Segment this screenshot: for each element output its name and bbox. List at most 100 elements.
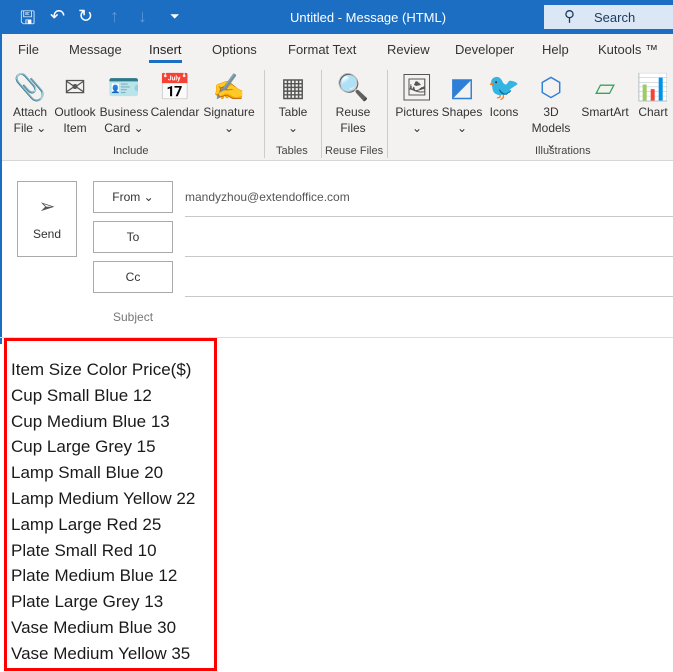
label: File ⌄ xyxy=(13,121,47,135)
to-input[interactable] xyxy=(185,256,673,257)
label: Shapes xyxy=(441,105,483,119)
from-underline xyxy=(185,216,673,217)
shapes-icon: ◩ xyxy=(449,72,475,102)
calendar-button[interactable]: 📅 Calendar xyxy=(150,70,200,120)
label: Icons xyxy=(489,105,519,119)
label: ⌄ xyxy=(287,121,299,135)
undo-icon[interactable]: ↶ xyxy=(50,6,65,27)
tab-file[interactable]: File xyxy=(18,42,39,57)
window-title: Untitled - Message (HTML) xyxy=(290,10,447,25)
group-tables: Tables xyxy=(276,145,308,157)
smartart-icon: ▱ xyxy=(595,72,615,102)
label: Item xyxy=(63,121,87,135)
up-arrow-icon[interactable]: ↑ xyxy=(110,6,119,27)
paperclip-icon: 📎 xyxy=(13,72,47,102)
tab-message[interactable]: Message xyxy=(69,42,122,57)
down-arrow-icon[interactable]: ↓ xyxy=(138,6,147,27)
chart-button[interactable]: 📊 Chart xyxy=(634,70,672,120)
redo-icon[interactable]: ↻ xyxy=(78,6,93,27)
smartart-button[interactable]: ▱ SmartArt xyxy=(580,70,630,120)
subject-label[interactable]: Subject xyxy=(113,310,153,324)
save-icon[interactable]: 🖫 xyxy=(20,6,35,36)
pictures-button[interactable]: 🖼 Pictures ⌄ xyxy=(394,70,440,136)
to-button[interactable]: To xyxy=(93,221,173,253)
title-bar: 🖫 ↶ ↻ ↑ ↓ ⏷ Untitled - Message (HTML) ⚲ … xyxy=(0,0,673,34)
label: Card ⌄ xyxy=(104,121,144,135)
search-box[interactable]: ⚲ Search xyxy=(544,5,673,29)
cc-input[interactable] xyxy=(185,296,673,297)
icons-icon: 🐦 xyxy=(487,72,521,102)
search-icon: ⚲ xyxy=(564,8,575,25)
tab-developer[interactable]: Developer xyxy=(455,42,514,57)
from-address: mandyzhou@extendoffice.com xyxy=(185,190,350,204)
label: ⌄ xyxy=(223,121,235,135)
body-line: Lamp Medium Yellow 22 xyxy=(11,488,196,508)
outlook-item-button[interactable]: ✉ Outlook Item xyxy=(52,70,98,136)
body-line: Vase Medium Blue 30 xyxy=(11,617,177,637)
chart-icon: 📊 xyxy=(636,72,670,102)
contact-card-icon: 🪪 xyxy=(107,72,141,102)
tab-help[interactable]: Help xyxy=(542,42,569,57)
body-line: Cup Small Blue 12 xyxy=(11,385,152,405)
label: ⌄ xyxy=(411,121,423,135)
calendar-icon: 📅 xyxy=(158,72,192,102)
message-body[interactable]: Item Size Color Price($) Cup Small Blue … xyxy=(11,357,195,667)
body-line: Lamp Small Blue 20 xyxy=(11,463,164,483)
tab-format-text[interactable]: Format Text xyxy=(288,42,356,57)
label: Outlook xyxy=(54,105,96,119)
business-card-button[interactable]: 🪪 Business Card ⌄ xyxy=(99,70,149,136)
reuse-files-button[interactable]: 🔍 Reuse Files xyxy=(330,70,376,136)
picture-icon: 🖼 xyxy=(400,72,434,102)
label: Business xyxy=(99,105,149,119)
group-reuse-files: Reuse Files xyxy=(325,145,384,157)
tab-review[interactable]: Review xyxy=(387,42,430,57)
3d-models-button[interactable]: ⬡ 3D Models ⌄ xyxy=(525,70,577,152)
divider xyxy=(264,70,265,158)
table-icon: ▦ xyxy=(280,72,306,102)
cc-button[interactable]: Cc xyxy=(93,261,173,293)
send-button[interactable]: ➢ Send xyxy=(17,181,77,257)
label: Chart xyxy=(638,105,668,119)
ribbon: 📎 Attach File ⌄ ✉ Outlook Item 🪪 Business Card… xyxy=(0,64,673,161)
tab-insert[interactable]: Insert xyxy=(149,42,182,63)
label: Signature xyxy=(203,105,255,119)
group-illustrations: Illustrations xyxy=(535,145,591,157)
send-icon: ➢ xyxy=(38,196,56,218)
icons-button[interactable]: 🐦 Icons xyxy=(485,70,523,120)
group-include: Include xyxy=(113,145,149,157)
send-label: Send xyxy=(32,227,62,241)
body-line: Vase Medium Yellow 35 xyxy=(11,643,191,663)
signature-button[interactable]: ✍ Signature ⌄ xyxy=(201,70,257,136)
tab-options[interactable]: Options xyxy=(212,42,257,57)
body-line: Cup Large Grey 15 xyxy=(11,437,156,457)
attach-file-button[interactable]: 📎 Attach File ⌄ xyxy=(8,70,52,136)
body-line: Item Size Color Price($) xyxy=(11,360,192,379)
from-button[interactable]: From ⌄ xyxy=(93,181,173,213)
label: ⌄ xyxy=(456,121,468,135)
body-line: Cup Medium Blue 13 xyxy=(11,411,170,431)
body-line: Plate Medium Blue 12 xyxy=(11,566,178,586)
label: Table xyxy=(278,105,308,119)
divider xyxy=(387,70,388,158)
cube-icon: ⬡ xyxy=(539,72,563,102)
body-line: Plate Small Red 10 xyxy=(11,540,157,560)
label: Pictures xyxy=(395,105,439,119)
envelope-icon: ✉ xyxy=(64,72,86,102)
label: 3D xyxy=(543,105,559,119)
tab-kutools[interactable]: Kutools ™ xyxy=(598,42,658,57)
table-button[interactable]: ▦ Table ⌄ xyxy=(270,70,316,136)
ribbon-tabs: File Message Insert Options Format Text … xyxy=(0,34,673,64)
customize-qat-icon[interactable]: ⏷ xyxy=(170,9,180,24)
label: Calendar xyxy=(150,105,200,119)
search-label: Search xyxy=(594,10,636,25)
body-line: Plate Large Grey 13 xyxy=(11,592,164,612)
label: Files xyxy=(340,121,366,135)
shapes-button[interactable]: ◩ Shapes ⌄ xyxy=(440,70,484,136)
label: SmartArt xyxy=(581,105,629,119)
label: Reuse xyxy=(335,105,371,119)
signature-icon: ✍ xyxy=(212,72,246,102)
reuse-files-icon: 🔍 xyxy=(336,72,370,102)
window-edge xyxy=(0,34,2,344)
divider xyxy=(321,70,322,158)
body-line: Lamp Large Red 25 xyxy=(11,514,162,534)
